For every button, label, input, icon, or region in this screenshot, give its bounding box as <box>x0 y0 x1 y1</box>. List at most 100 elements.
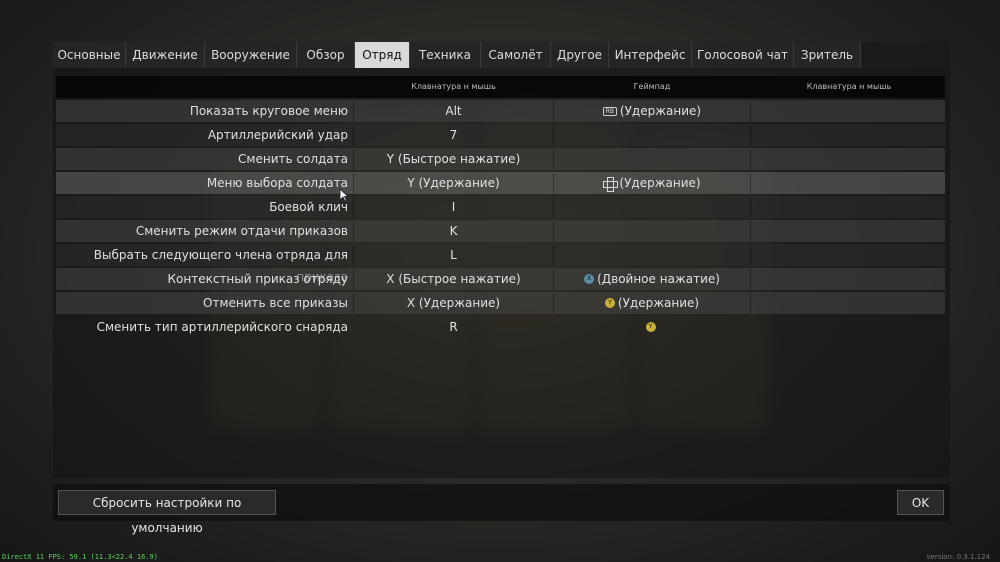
gamepad-binding[interactable] <box>556 196 748 218</box>
action-name: Сменить тип артиллерийского снаряда <box>96 320 348 334</box>
tab-weapons[interactable]: Вооружение <box>205 42 297 68</box>
settings-tab-bar: Основные Движение Вооружение Обзор Отряд… <box>53 42 950 68</box>
tab-movement[interactable]: Движение <box>126 42 205 68</box>
fps-counter: DirectX 11 FPS: 59.1 (11.3<22.4 16.9) <box>2 553 158 561</box>
keyboard-alt-binding[interactable] <box>753 244 945 266</box>
action-name: Контекстный приказ отряду <box>167 272 348 286</box>
keyboard-binding[interactable]: Y (Быстрое нажатие) <box>356 148 551 170</box>
tab-general[interactable]: Основные <box>53 42 126 68</box>
gamepad-binding[interactable] <box>556 124 748 146</box>
keyboard-binding[interactable]: 7 <box>356 124 551 146</box>
action-name: Меню выбора солдата <box>206 176 348 190</box>
gamepad-binding[interactable] <box>556 220 748 242</box>
mouse-cursor-icon <box>339 188 349 202</box>
column-divider <box>750 269 751 289</box>
gamepad-binding[interactable] <box>556 148 748 170</box>
ok-button[interactable]: OK <box>897 490 944 515</box>
column-divider <box>750 149 751 169</box>
y-button-icon: Y <box>645 322 656 332</box>
column-divider <box>750 221 751 241</box>
keyboard-alt-binding[interactable] <box>753 220 945 242</box>
keyboard-alt-binding[interactable] <box>753 172 945 194</box>
keyboard-alt-binding[interactable] <box>753 268 945 290</box>
gamepad-binding[interactable]: X (Двойное нажатие) <box>556 268 748 290</box>
reset-defaults-button[interactable]: Сбросить настройки по умолчанию <box>58 490 276 535</box>
keyboard-alt-binding[interactable] <box>753 292 945 314</box>
column-divider <box>553 173 554 193</box>
gamepad-binding-label: (Удержание) <box>619 104 702 118</box>
gamepad-binding[interactable] <box>556 244 748 266</box>
column-divider <box>553 101 554 121</box>
keybindings-panel: Клавнатура н мышь Геймпад Клавнатура н м… <box>53 68 950 478</box>
column-divider <box>553 221 554 241</box>
action-name: Отменить все приказы <box>203 296 348 310</box>
y-button-icon: Y <box>604 298 615 308</box>
column-divider <box>353 221 354 241</box>
keyboard-binding[interactable]: Y (Удержание) <box>356 172 551 194</box>
action-name: Боевой клич <box>269 200 348 214</box>
binding-row[interactable]: Сменить солдата Y (Быстрое нажатие) <box>56 148 945 170</box>
column-divider <box>553 197 554 217</box>
gamepad-binding[interactable]: (Удержание) <box>556 172 748 194</box>
binding-row[interactable]: Артиллерийский удар 7 <box>56 124 945 146</box>
dpad-icon <box>603 176 619 192</box>
binding-row[interactable]: Сменить тип артиллерийского снаряда R Y <box>56 316 945 338</box>
column-divider <box>750 125 751 145</box>
keyboard-binding[interactable]: L <box>356 244 551 266</box>
tab-voice-chat[interactable]: Голосовой чат <box>692 42 794 68</box>
tab-plane[interactable]: Самолёт <box>481 42 551 68</box>
column-divider <box>553 269 554 289</box>
gamepad-binding-label: (Удержание) <box>617 296 700 310</box>
action-name: Показать круговое меню <box>189 104 348 118</box>
binding-row[interactable]: Показать круговое меню Alt RB (Удержание… <box>56 100 945 122</box>
tab-view[interactable]: Обзор <box>297 42 355 68</box>
binding-row[interactable]: Боевой клич I <box>56 196 945 218</box>
binding-row[interactable]: Контекстный приказ отряду X (Быстрое наж… <box>56 268 945 290</box>
column-divider <box>353 125 354 145</box>
binding-row[interactable]: Отменить все приказы X (Удержание) Y (Уд… <box>56 292 945 314</box>
gamepad-binding[interactable]: Y (Удержание) <box>556 292 748 314</box>
binding-row[interactable]: Выбрать следующего члена отряда для прик… <box>56 244 945 284</box>
keyboard-alt-binding[interactable] <box>753 316 945 338</box>
gamepad-binding[interactable]: Y <box>556 316 748 338</box>
action-name: Сменить режим отдачи приказов <box>135 224 348 238</box>
column-divider <box>353 293 354 313</box>
column-header-gamepad: Геймпад <box>633 82 671 91</box>
column-divider <box>553 245 554 265</box>
tab-vehicle[interactable]: Техника <box>410 42 481 68</box>
tab-other[interactable]: Другое <box>551 42 609 68</box>
binding-row[interactable]: Сменить режим отдачи приказов K <box>56 220 945 242</box>
keyboard-alt-binding[interactable] <box>753 148 945 170</box>
keyboard-alt-binding[interactable] <box>753 196 945 218</box>
column-header-keyboard: Клавнатура н мышь <box>411 82 496 91</box>
keyboard-binding[interactable]: R <box>356 316 551 338</box>
keyboard-alt-binding[interactable] <box>753 100 945 122</box>
x-button-icon: X <box>584 274 595 284</box>
tab-squad[interactable]: Отряд <box>355 42 410 68</box>
column-divider <box>353 173 354 193</box>
column-divider <box>353 101 354 121</box>
column-divider <box>750 173 751 193</box>
keyboard-binding[interactable]: K <box>356 220 551 242</box>
keyboard-binding[interactable]: I <box>356 196 551 218</box>
column-divider <box>553 293 554 313</box>
footer-bar: Сбросить настройки по умолчанию OK <box>53 484 950 535</box>
column-divider <box>750 197 751 217</box>
column-divider <box>353 269 354 289</box>
tab-interface[interactable]: Интерфейс <box>609 42 692 68</box>
binding-row[interactable]: Меню выбора солдата Y (Удержание) (Удерж… <box>56 172 945 194</box>
gamepad-binding[interactable]: RB (Удержание) <box>556 100 748 122</box>
keyboard-binding[interactable]: X (Быстрое нажатие) <box>356 268 551 290</box>
column-divider <box>553 149 554 169</box>
column-divider <box>750 293 751 313</box>
keyboard-binding[interactable]: Alt <box>356 100 551 122</box>
column-divider <box>553 125 554 145</box>
tab-spectator[interactable]: Зритель <box>794 42 861 68</box>
column-divider <box>353 245 354 265</box>
column-divider <box>750 245 751 265</box>
column-header-row: Клавнатура н мышь Геймпад Клавнатура н м… <box>56 76 945 98</box>
keyboard-alt-binding[interactable] <box>753 124 945 146</box>
keyboard-binding[interactable]: X (Удержание) <box>356 292 551 314</box>
action-name: Выбрать следующего члена отряда для прик… <box>93 248 348 284</box>
gamepad-binding-label: (Удержание) <box>619 176 701 190</box>
